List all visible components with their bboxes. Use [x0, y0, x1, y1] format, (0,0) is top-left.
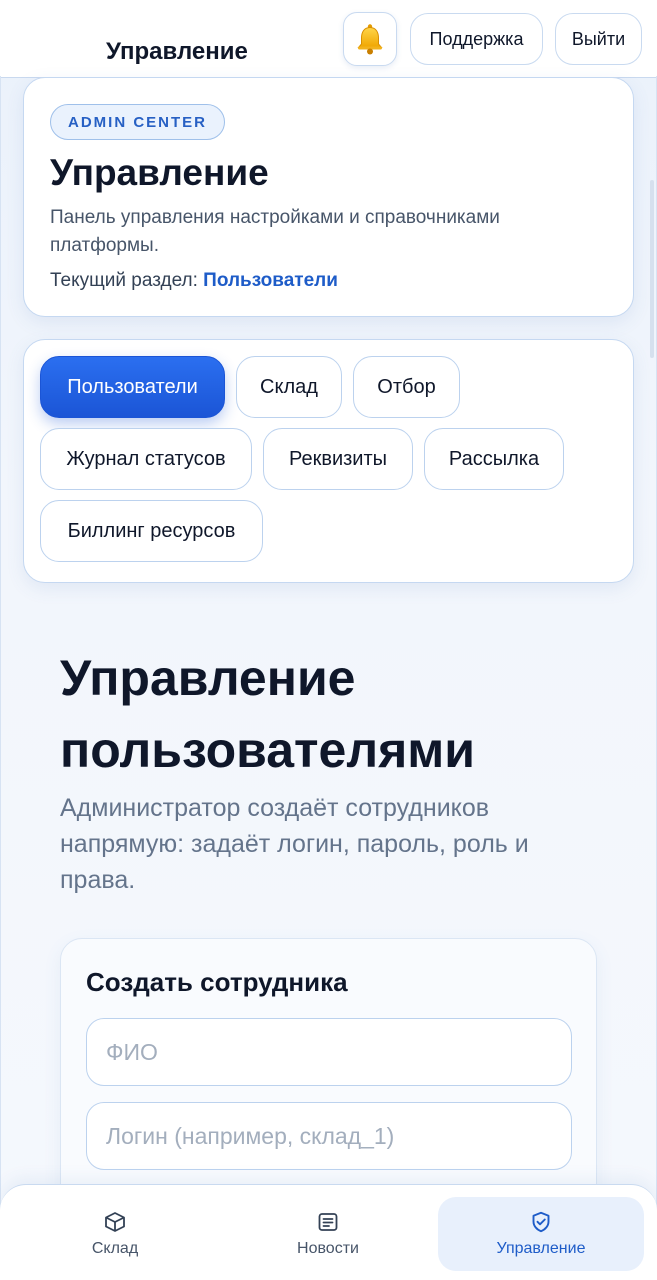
- notifications-button[interactable]: [343, 12, 397, 66]
- shield-check-icon: [532, 1211, 550, 1233]
- scrollbar[interactable]: [650, 180, 654, 358]
- tab-mailing[interactable]: Рассылка: [424, 428, 564, 490]
- page-title: Управление: [106, 38, 248, 65]
- current-section: Текущий раздел: Пользователи: [50, 270, 338, 292]
- fio-input[interactable]: [86, 1018, 572, 1086]
- form-title: Создать сотрудника: [86, 967, 348, 997]
- support-button[interactable]: Поддержка: [410, 13, 543, 65]
- admin-header-card: ADMIN CENTER Управление Панель управлени…: [23, 77, 634, 317]
- hero-title: Управление: [50, 152, 269, 193]
- nav-item-admin[interactable]: Управление: [438, 1197, 644, 1271]
- bell-icon: [357, 24, 383, 55]
- login-input[interactable]: [86, 1102, 572, 1170]
- news-icon: [318, 1213, 338, 1231]
- top-bar: Управление Поддержка Выйти: [0, 0, 657, 78]
- nav-item-news[interactable]: Новости: [225, 1197, 431, 1271]
- tab-users[interactable]: Пользователи: [40, 356, 225, 418]
- section-title: Управление пользователями: [60, 650, 475, 778]
- tab-warehouse[interactable]: Склад: [236, 356, 342, 418]
- bottom-navigation: Склад Новости Управление: [0, 1184, 657, 1280]
- tab-requisites[interactable]: Реквизиты: [263, 428, 413, 490]
- nav-label-news: Новости: [297, 1240, 359, 1257]
- nav-label-warehouse: Склад: [91, 1240, 139, 1257]
- tab-status-log[interactable]: Журнал статусов: [40, 428, 252, 490]
- tab-picking[interactable]: Отбор: [353, 356, 460, 418]
- logout-button[interactable]: Выйти: [555, 13, 642, 65]
- app-screen: Управление Поддержка Выйти ADMIN CENTER: [0, 0, 657, 1280]
- section-tabs: Пользователи Склад Отбор Журнал статусов…: [23, 339, 634, 583]
- hero-description: Панель управления настройками и справочн…: [50, 207, 500, 256]
- nav-item-warehouse[interactable]: Склад: [12, 1197, 218, 1271]
- current-section-label: Текущий раздел:: [50, 270, 198, 291]
- section-description: Администратор создаёт сотрудников напрям…: [60, 794, 529, 894]
- tab-resource-billing[interactable]: Биллинг ресурсов: [40, 500, 263, 562]
- current-section-value: Пользователи: [203, 270, 338, 291]
- box-icon: [105, 1212, 125, 1232]
- admin-center-badge: ADMIN CENTER: [50, 104, 225, 140]
- nav-label-admin: Управление: [496, 1240, 586, 1257]
